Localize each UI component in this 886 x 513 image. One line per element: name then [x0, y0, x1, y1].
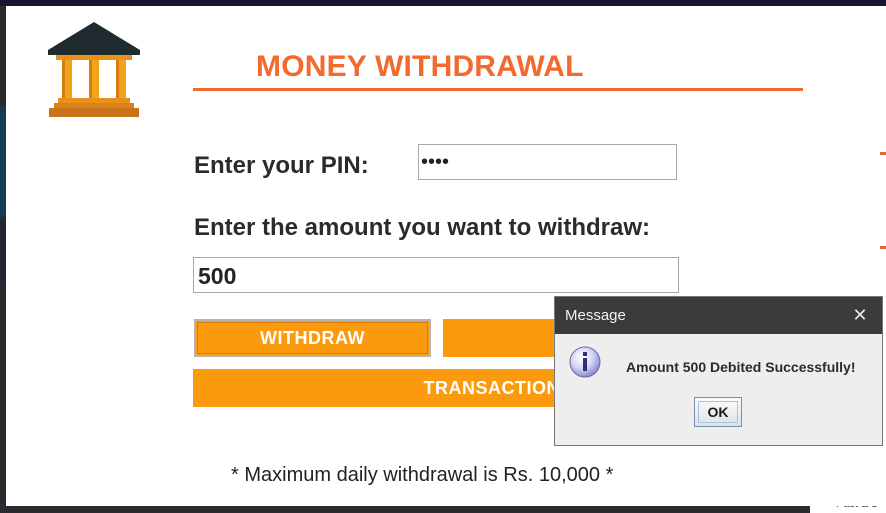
pin-field[interactable]: •••• — [418, 144, 677, 180]
bank-icon — [48, 22, 140, 117]
ok-button[interactable]: OK — [694, 397, 742, 427]
dialog-title: Message — [565, 307, 626, 324]
background-mark — [880, 246, 886, 249]
close-icon[interactable]: ✕ — [848, 304, 872, 326]
pin-label: Enter your PIN: — [194, 152, 369, 179]
dialog-titlebar[interactable]: Message ✕ — [555, 297, 882, 334]
pin-field-value: •••• — [421, 151, 450, 173]
amount-field-value: 500 — [198, 263, 237, 289]
title-underline — [193, 88, 803, 91]
message-dialog: Message ✕ Amount 500 Debited Successfull… — [554, 296, 883, 446]
page-title: MONEY WITHDRAWAL — [256, 50, 584, 83]
amount-label: Enter the amount you want to withdraw: — [194, 214, 650, 241]
background-mark — [880, 152, 886, 155]
amount-field[interactable]: 500 — [193, 257, 679, 293]
withdraw-button[interactable]: WITHDRAW — [194, 319, 431, 357]
info-icon — [569, 346, 601, 378]
withdrawal-limit-note: * Maximum daily withdrawal is Rs. 10,000… — [231, 464, 614, 486]
dialog-message: Amount 500 Debited Successfully! — [626, 359, 856, 375]
ok-button-label: OK — [698, 401, 738, 423]
